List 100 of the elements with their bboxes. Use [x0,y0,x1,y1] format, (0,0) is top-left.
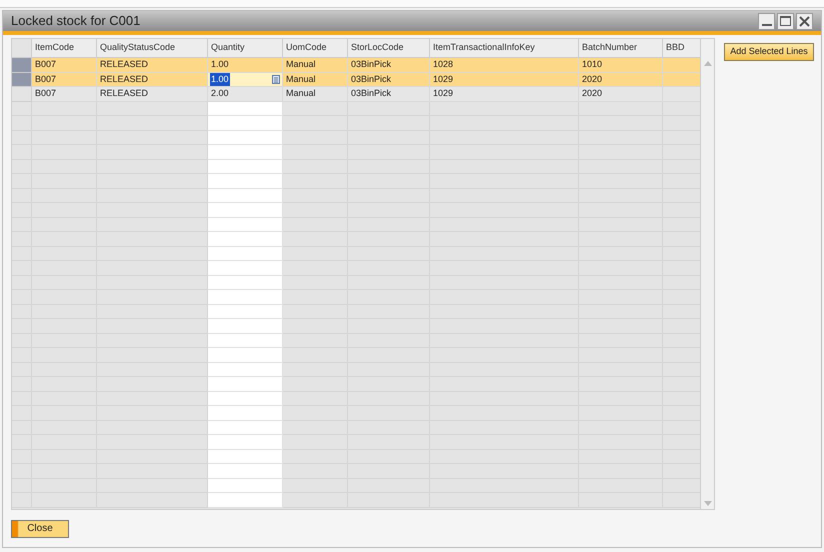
row-selector[interactable] [12,87,32,102]
scroll-down-icon[interactable] [704,501,712,506]
table-cell: 03BinPick [348,58,430,72]
column-header[interactable]: StorLocCode [348,39,430,58]
table-cell [283,188,348,203]
row-selector[interactable] [12,406,32,420]
row-selector[interactable] [12,102,32,116]
table-cell [283,246,348,261]
close-button[interactable]: Close [11,520,69,538]
row-selector[interactable] [12,464,32,478]
row-selector[interactable] [12,334,32,348]
table-cell [283,116,348,130]
table-cell [283,145,348,160]
row-selector[interactable] [12,392,32,406]
table-cell [283,130,348,145]
window-title: Locked stock for C001 [11,12,140,30]
table-cell [283,406,348,420]
quantity-input[interactable]: 1.00 [208,72,283,87]
table-cell [283,319,348,334]
table-cell: 2020 [579,87,663,102]
row-selector[interactable] [12,203,32,218]
table-cell [283,232,348,246]
table-cell [283,174,348,188]
table-cell: 2.00 [208,87,283,102]
minimize-button[interactable] [758,12,775,30]
row-selector[interactable] [12,348,32,362]
row-selector[interactable] [12,304,32,319]
row-selector[interactable] [12,290,32,304]
row-selector[interactable] [12,130,32,145]
table-cell [283,102,348,116]
table-cell [283,478,348,493]
column-header[interactable]: ItemTransactionalInfoKey [430,39,579,58]
table-cell: B007 [32,72,97,87]
row-selector[interactable] [12,319,32,334]
table-cell [32,493,97,508]
row-selector[interactable] [12,478,32,493]
table-cell: RELEASED [97,87,208,102]
row-selector[interactable] [12,420,32,435]
table-cell [283,218,348,232]
row-selector[interactable] [12,145,32,160]
row-selector[interactable] [12,218,32,232]
table-cell [283,304,348,319]
table-cell: B007 [32,58,97,72]
table-cell: 03BinPick [348,72,430,87]
row-selector[interactable] [12,174,32,188]
close-window-button[interactable] [796,12,813,30]
table-cell [283,160,348,174]
row-selector[interactable] [12,72,32,87]
row-selector[interactable] [12,435,32,450]
table-cell: 2020 [579,72,663,87]
table-cell [283,377,348,392]
row-selector[interactable] [12,58,32,72]
column-header[interactable]: ItemCode [32,39,97,58]
table-cell [283,493,348,508]
row-selector[interactable] [12,261,32,276]
column-header[interactable]: BatchNumber [579,39,663,58]
calculator-icon[interactable] [272,74,280,84]
table-cell: 03BinPick [348,87,430,102]
row-selector[interactable] [12,188,32,203]
table-cell: 1.00 [208,58,283,72]
row-selector[interactable] [12,493,32,508]
row-selector[interactable] [12,377,32,392]
row-selector[interactable] [12,160,32,174]
row-selector[interactable] [12,232,32,246]
column-header[interactable]: QualityStatusCode [97,39,208,58]
table-cell [283,362,348,377]
row-selector[interactable] [12,116,32,130]
row-selector[interactable] [12,246,32,261]
scroll-up-icon[interactable] [704,61,712,66]
column-header[interactable]: Quantity [208,39,283,58]
table-cell [283,450,348,464]
table-cell [283,464,348,478]
table-cell: Manual [283,58,348,72]
table-cell [283,276,348,290]
table-cell [283,261,348,276]
row-selector[interactable] [12,276,32,290]
table-cell [283,334,348,348]
table-cell: RELEASED [97,58,208,72]
table-cell [283,435,348,450]
grid-corner[interactable] [12,39,32,58]
row-selector[interactable] [12,450,32,464]
add-selected-lines-button[interactable]: Add Selected Lines [724,42,814,61]
table-cell: B007 [32,87,97,102]
column-header[interactable]: UomCode [283,39,348,58]
table-cell: 1028 [430,58,579,72]
table-cell [32,102,97,116]
table-cell [283,392,348,406]
table-cell: 1010 [579,58,663,72]
table-cell [283,420,348,435]
table-cell [283,348,348,362]
column-header[interactable]: BBD [663,39,700,58]
table-cell: 1029 [430,87,579,102]
table-cell: Manual [283,72,348,87]
table-cell: Manual [283,87,348,102]
maximize-button[interactable] [777,12,794,30]
table-cell: RELEASED [97,72,208,87]
table-cell [283,203,348,218]
table-cell [283,290,348,304]
row-selector[interactable] [12,362,32,377]
table-cell: 1029 [430,72,579,87]
